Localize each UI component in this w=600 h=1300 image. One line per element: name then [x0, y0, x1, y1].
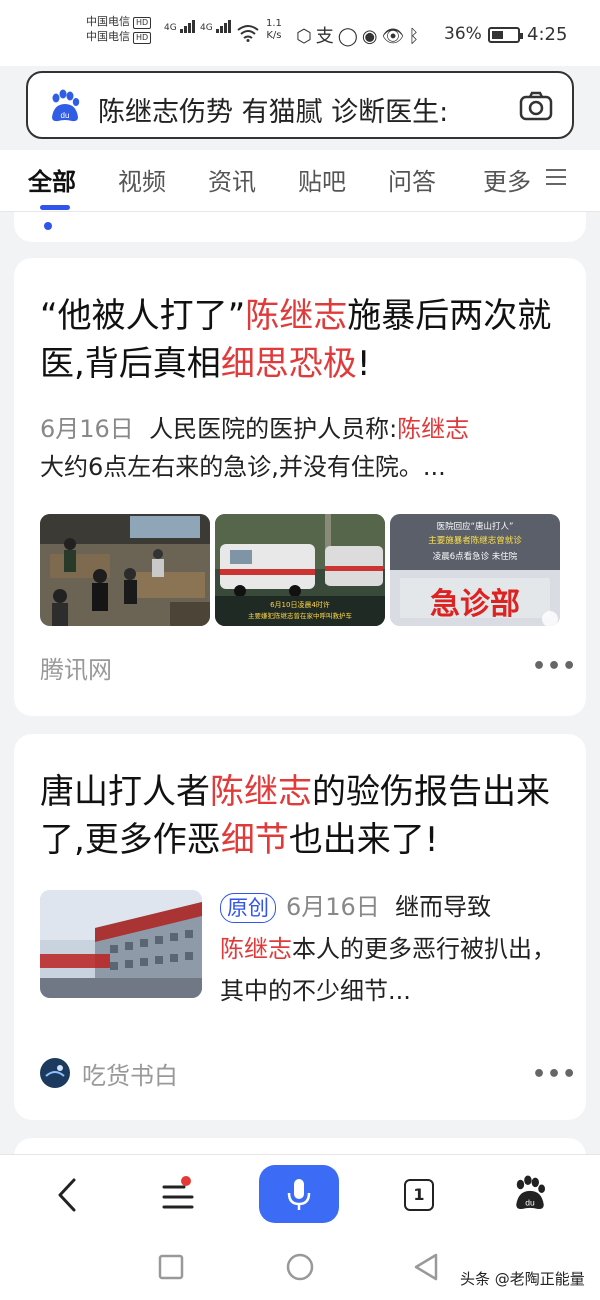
author-avatar[interactable] [40, 1058, 70, 1088]
status-icons: ⬡支◯◉👁ᛒ [296, 22, 423, 48]
thumbnail-hospital-building[interactable] [40, 890, 202, 998]
home-icon[interactable] [285, 1252, 315, 1282]
thumb-caption: 凌晨6点看急诊 未住院 [433, 551, 518, 562]
result-date: 6月16日 [40, 415, 134, 443]
wifi-icon [237, 25, 259, 42]
category-tabs: 全部 视频 资讯 贴吧 问答 更多 [0, 150, 600, 212]
eye-icon: 👁 [381, 26, 409, 47]
network-speed: 1.1 K/s [266, 18, 282, 42]
voice-search-button[interactable] [259, 1165, 339, 1223]
title-text: “他被人打了” [40, 296, 246, 336]
result-source[interactable]: 吃货书白 [82, 1056, 178, 1091]
status-bar: 中国电信 HD 中国电信 HD 4G 4G 1.1 K/s ⬡支◯◉👁ᛒ 36% 4… [0, 0, 600, 66]
signal-icon-2: 4G [200, 20, 232, 33]
thumb-caption: 主要嫌犯陈继志曾在家中呼叫救护车 [248, 611, 353, 620]
title-text: ! [356, 344, 371, 384]
recents-icon[interactable] [158, 1254, 184, 1280]
system-navigation [0, 1232, 600, 1300]
svg-text:du: du [61, 111, 70, 120]
original-tag: 原创 [220, 893, 276, 923]
camera-icon[interactable] [518, 89, 554, 123]
result-title[interactable]: “他被人打了”陈继志施暴后两次就医,背后真相细思恐极! [40, 292, 560, 388]
carrier-2: 中国电信 [86, 30, 130, 43]
svg-text:du: du [525, 1198, 535, 1208]
thumb-caption: 医院回应“唐山打人” [437, 521, 514, 532]
battery-percent: 36% [444, 24, 482, 44]
nav-back-icon[interactable] [412, 1252, 440, 1282]
title-text: 也出来了! [288, 820, 439, 860]
clock: 4:25 [527, 24, 568, 45]
speed-unit: K/s [266, 30, 282, 41]
thumb-caption: 6月10日凌晨4时许 [270, 600, 330, 609]
tab-qa[interactable]: 问答 [388, 162, 436, 197]
carrier-info: 中国电信 HD 中国电信 HD [86, 14, 152, 44]
previous-result-card [14, 212, 586, 242]
tab-tieba[interactable]: 贴吧 [298, 162, 346, 197]
title-highlight: 陈继志 [210, 772, 312, 812]
carrier-1: 中国电信 [86, 15, 130, 28]
bluetooth-icon: ᛒ [408, 26, 424, 47]
snippet-highlight: 陈继志 [220, 935, 292, 963]
more-options-icon[interactable]: ••• [532, 1062, 577, 1087]
title-highlight: 陈继志 [245, 296, 348, 336]
result-snippet: 6月16日 人民医院的医护人员称:陈继志 大约6点左右来的急诊,并没有住院。..… [40, 410, 570, 486]
baidu-home-icon[interactable]: du [512, 1175, 548, 1211]
title-highlight: 细思恐极 [220, 344, 357, 384]
tab-more[interactable]: 更多 [483, 162, 531, 197]
thumbnail-ambulance[interactable]: 6月10日凌晨4时许 主要嫌犯陈继志曾在家中呼叫救护车 [215, 514, 385, 626]
menu-icon[interactable] [544, 167, 568, 187]
result-snippet: 原创 6月16日 继而导致 陈继志本人的更多恶行被扒出，其中的不少细节... [220, 886, 560, 1012]
hd-badge-2: HD [133, 32, 152, 44]
thumbnail-restaurant[interactable] [40, 514, 210, 626]
thumbnail-hospital[interactable]: 医院回应“唐山打人” 主要施暴者陈继志曾就诊 凌晨6点看急诊 未住院 急诊部 [390, 514, 560, 626]
battery-icon [488, 27, 523, 43]
tab-video[interactable]: 视频 [118, 162, 166, 197]
result-date: 6月16日 [286, 893, 380, 921]
result-title[interactable]: 唐山打人者陈继志的验伤报告出来了,更多作恶细节也出来了! [40, 768, 570, 864]
snippet-highlight: 陈继志 [397, 415, 470, 443]
thumb-sign-text: 急诊部 [430, 587, 520, 622]
search-input[interactable]: 陈继志伤势 有猫腻 诊断医生: [98, 90, 508, 129]
title-text: 唐山打人者 [40, 772, 210, 812]
result-card[interactable]: “他被人打了”陈继志施暴后两次就医,背后真相细思恐极! 6月16日 人民医院的医… [14, 258, 586, 716]
baidu-paw-icon: du [52, 89, 80, 122]
watermark: 头条 @老陶正能量 [460, 1270, 585, 1288]
network-type-2: 4G [200, 23, 213, 33]
back-icon[interactable] [52, 1177, 82, 1213]
search-bar[interactable]: du 陈继志伤势 有猫腻 诊断医生: [26, 71, 574, 139]
result-source[interactable]: 腾讯网 [40, 650, 112, 685]
nfc-icon: ◉ [361, 26, 382, 47]
hexagon-icon: ⬡ [296, 26, 316, 47]
tab-all[interactable]: 全部 [28, 162, 76, 197]
scroll-marker [44, 222, 52, 230]
result-card[interactable]: 唐山打人者陈继志的验伤报告出来了,更多作恶细节也出来了! 原创 6月16日 继而导… [14, 734, 586, 1120]
more-options-icon[interactable]: ••• [532, 654, 577, 679]
pay-icon: 支 [315, 26, 338, 47]
tab-news[interactable]: 资讯 [208, 162, 256, 197]
menu-icon[interactable] [160, 1175, 196, 1213]
snippet-text: 人民医院的医护人员称: [149, 415, 398, 443]
circle-icon: ◯ [337, 26, 362, 47]
title-highlight: 细节 [220, 820, 289, 860]
snippet-text: 大约6点左右来的急诊,并没有住院。... [40, 453, 446, 481]
microphone-icon [287, 1179, 311, 1210]
signal-icon: 4G [164, 20, 196, 33]
tabs-button[interactable]: 1 [404, 1179, 434, 1211]
tab-active-indicator [40, 205, 70, 210]
thumb-caption: 主要施暴者陈继志曾就诊 [428, 535, 522, 546]
snippet-text: 继而导致 [395, 893, 492, 921]
network-type-1: 4G [164, 23, 177, 33]
hd-badge: HD [133, 17, 152, 29]
speed-value: 1.1 [266, 18, 282, 29]
bottom-navigation: 1 du [0, 1154, 600, 1232]
